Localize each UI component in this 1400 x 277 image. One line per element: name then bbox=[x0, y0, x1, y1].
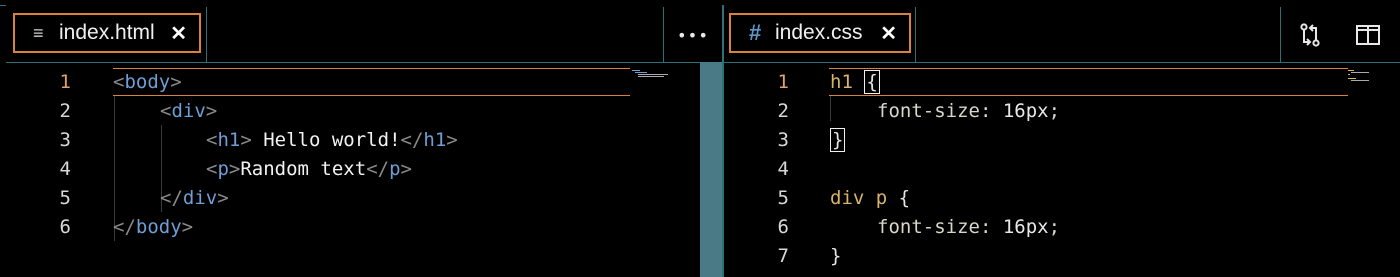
line-number: 4 bbox=[59, 158, 71, 180]
ellipsis-icon: ••• bbox=[677, 25, 709, 45]
line-number: 2 bbox=[777, 100, 789, 122]
css-code-area[interactable]: 1 2 3 4 5 6 7 h1 { font-size: 16px; } di… bbox=[724, 63, 1400, 277]
brace-match: } bbox=[830, 128, 846, 152]
compare-icon bbox=[1300, 23, 1320, 47]
tag-name: body bbox=[135, 216, 182, 238]
punctuation: > bbox=[446, 129, 458, 151]
tab-bar: # index.css ✕ bbox=[724, 6, 1400, 63]
punctuation: > bbox=[217, 187, 229, 209]
indent-guide bbox=[830, 96, 831, 121]
line-number: 3 bbox=[777, 129, 789, 151]
punctuation: > bbox=[170, 71, 182, 93]
line-number: 2 bbox=[59, 100, 71, 122]
punctuation: < bbox=[206, 129, 218, 151]
close-icon[interactable]: ✕ bbox=[170, 21, 187, 46]
property: font-size bbox=[877, 100, 980, 122]
hash-icon: # bbox=[749, 20, 762, 45]
tag-name: p bbox=[389, 158, 401, 180]
selector: h1 bbox=[830, 71, 853, 93]
code-line: <h1> Hello world!</h1> bbox=[206, 129, 458, 151]
current-line-highlight bbox=[113, 68, 630, 96]
code-line: div p { bbox=[830, 187, 910, 209]
tab-separator bbox=[915, 7, 916, 63]
tab-bar: ≡ index.html ✕ ••• bbox=[6, 6, 722, 63]
brace: { bbox=[898, 187, 911, 209]
value: 16px bbox=[1002, 216, 1049, 238]
brace-match: { bbox=[864, 70, 880, 94]
punctuation: ; bbox=[1048, 216, 1061, 238]
code-line: font-size: 16px; bbox=[877, 216, 1060, 238]
css-editor-pane: # index.css ✕ 1 2 3 4 5 6 7 h1 {font-si… bbox=[724, 5, 1400, 277]
lines-icon: ≡ bbox=[33, 22, 44, 43]
tag-name: p bbox=[217, 158, 229, 180]
code-line: </div> bbox=[160, 187, 229, 209]
line-number: 1 bbox=[59, 71, 71, 93]
selector: div p bbox=[830, 187, 888, 209]
text-content: Random text bbox=[240, 158, 367, 180]
minimap[interactable] bbox=[1348, 69, 1396, 89]
line-number: 7 bbox=[777, 245, 789, 267]
punctuation: </ bbox=[113, 216, 136, 238]
code-line: } bbox=[830, 245, 841, 267]
punctuation: </ bbox=[160, 187, 183, 209]
line-number: 5 bbox=[59, 187, 71, 209]
line-number: 1 bbox=[777, 71, 789, 93]
code-line: <body> bbox=[113, 71, 182, 93]
punctuation: < bbox=[160, 100, 172, 122]
punctuation: > bbox=[181, 216, 194, 238]
code-line: font-size: 16px; bbox=[877, 100, 1060, 122]
more-actions-button[interactable]: ••• bbox=[664, 7, 722, 63]
code-line: <p>Random text</p> bbox=[206, 158, 412, 180]
code-line: } bbox=[830, 128, 846, 152]
line-number: 6 bbox=[777, 216, 789, 238]
line-number: 6 bbox=[59, 216, 71, 238]
value: 16px bbox=[1002, 100, 1049, 122]
code-line: h1 { bbox=[830, 70, 880, 94]
property: font-size bbox=[877, 216, 980, 238]
tab-index-html[interactable]: ≡ index.html ✕ bbox=[13, 13, 201, 53]
punctuation: ; bbox=[1048, 100, 1061, 122]
code-line: </body> bbox=[113, 216, 193, 238]
tab-index-css[interactable]: # index.css ✕ bbox=[729, 13, 911, 53]
punctuation: > bbox=[205, 100, 218, 122]
line-number: 3 bbox=[59, 129, 71, 151]
tag-name: div bbox=[171, 100, 206, 122]
punctuation: </ bbox=[400, 129, 424, 151]
punctuation: : bbox=[979, 216, 1003, 238]
brace: } bbox=[830, 245, 842, 267]
tab-label: index.css bbox=[775, 21, 863, 44]
tag-name: div bbox=[182, 187, 218, 209]
code-line: <div> bbox=[160, 100, 217, 122]
punctuation: < bbox=[206, 158, 218, 180]
line-number: 4 bbox=[777, 158, 789, 180]
punctuation: : bbox=[979, 100, 1003, 122]
split-editor-icon bbox=[1356, 25, 1380, 45]
html-editor-pane: ≡ index.html ✕ ••• 1 2 3 4 5 6 <body> <d… bbox=[6, 5, 722, 277]
html-code-area[interactable]: 1 2 3 4 5 6 <body> <div> <h1> Hello worl… bbox=[6, 63, 722, 277]
tag-name: h1 bbox=[423, 129, 447, 151]
punctuation: < bbox=[113, 71, 125, 93]
text-content: Hello world! bbox=[251, 129, 401, 151]
punctuation: > bbox=[400, 158, 412, 180]
tag-name: body bbox=[124, 71, 171, 93]
minimap[interactable] bbox=[632, 69, 682, 83]
close-icon[interactable]: ✕ bbox=[880, 21, 897, 46]
line-number: 5 bbox=[777, 187, 789, 209]
punctuation: > bbox=[240, 129, 252, 151]
punctuation: > bbox=[228, 158, 241, 180]
current-line-highlight bbox=[829, 68, 1348, 96]
tab-label: index.html bbox=[59, 21, 155, 44]
punctuation: </ bbox=[366, 158, 390, 180]
compare-button[interactable] bbox=[1281, 7, 1339, 63]
split-editor-button[interactable] bbox=[1339, 7, 1397, 63]
tag-name: h1 bbox=[217, 129, 241, 151]
tab-separator bbox=[206, 7, 207, 63]
